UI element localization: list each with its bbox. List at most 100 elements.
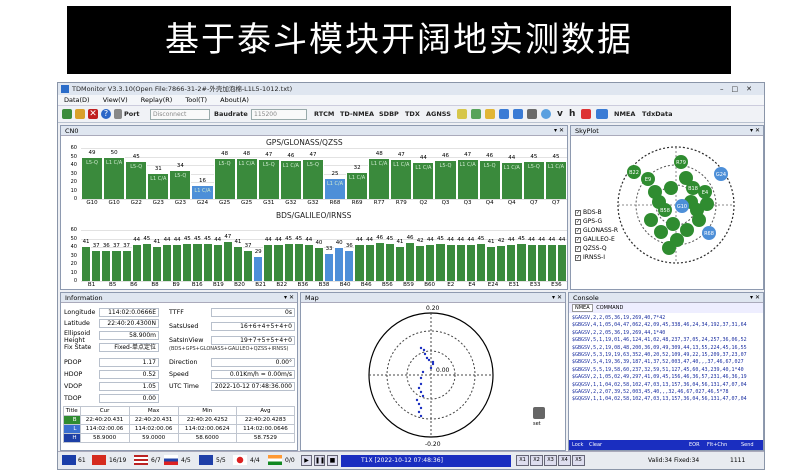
position-point <box>419 382 423 386</box>
velocity-icon[interactable]: v <box>557 109 563 120</box>
speed-x5-button[interactable]: X5 <box>572 455 585 466</box>
chart-icon[interactable] <box>471 109 481 119</box>
speed-x4-button[interactable]: X4 <box>558 455 571 466</box>
signal-icon[interactable] <box>499 109 509 119</box>
x-tick-label: B19 <box>212 282 224 288</box>
port-select[interactable]: Disconnect <box>150 109 210 120</box>
play-icon[interactable]: ▶ <box>301 455 312 466</box>
information-tab[interactable]: Information ▾ ✕ <box>61 293 297 303</box>
bar-signal-label: L1 C/A <box>238 161 255 168</box>
tdx-button[interactable]: TDX <box>405 109 420 120</box>
nmea-button[interactable]: NMEA <box>614 109 635 120</box>
eor-button[interactable]: EOR <box>689 440 700 450</box>
x-tick-label: G32 <box>285 200 297 206</box>
satellite-marker[interactable] <box>664 181 678 195</box>
menu-tool[interactable]: Tool(T) <box>185 96 207 104</box>
stop-icon[interactable]: ■ <box>327 455 338 466</box>
satellite-marker[interactable] <box>666 217 680 231</box>
satellite-icon[interactable] <box>513 109 523 119</box>
menu-view[interactable]: View(V) <box>103 96 128 104</box>
tdxdata-button[interactable]: TdxData <box>642 109 673 120</box>
console-line: $GBGSV,5,3,19,19,63,352,40,20,52,109,49,… <box>572 352 747 359</box>
satellite-marker[interactable] <box>662 241 676 255</box>
hdop-value: 0.52 <box>99 370 159 379</box>
monitor-icon[interactable] <box>596 109 608 119</box>
map-tab[interactable]: Map ▾ ✕ <box>301 293 565 303</box>
close-icon[interactable]: ✕ <box>88 109 98 119</box>
satellite-marker[interactable] <box>692 213 706 227</box>
console-output[interactable]: $GAGSV,2,2,05,36,19,269,40,7*42 $GBGSV,4,… <box>569 313 763 437</box>
height-icon[interactable]: h <box>569 109 575 120</box>
satellite-id-label: G24 <box>716 172 726 178</box>
bar-chart-icon[interactable] <box>485 109 495 119</box>
satellite-marker[interactable] <box>654 225 668 239</box>
position-point <box>417 410 421 414</box>
globe-icon[interactable] <box>541 109 551 119</box>
menu-about[interactable]: About(A) <box>220 96 249 104</box>
legend-irnss[interactable]: ✓ IRNSS-I <box>575 253 618 262</box>
bar-value-label: 16 <box>199 178 206 185</box>
gear-icon[interactable] <box>114 109 122 119</box>
speed-x2-button[interactable]: X2 <box>530 455 543 466</box>
tab-nmea[interactable]: NMEA <box>572 304 593 312</box>
legend-gps[interactable]: ✓ GPS-G <box>575 217 618 226</box>
connect-icon[interactable] <box>62 109 72 119</box>
window-controls[interactable]: –□✕ <box>720 83 760 95</box>
satellite-marker[interactable] <box>700 197 714 211</box>
speed-x1-button[interactable]: X1 <box>516 455 529 466</box>
bar-value-label: 44 <box>558 236 566 243</box>
baudrate-select[interactable]: 115200 <box>251 109 307 120</box>
replay-progress[interactable]: T1X [2022-10-12 07:48:36] <box>341 455 511 467</box>
satellite-id-label: B18 <box>688 186 698 192</box>
y-tick-label: 20 <box>70 179 77 185</box>
menu-data[interactable]: Data(D) <box>64 96 90 104</box>
satellite-marker[interactable] <box>680 223 694 237</box>
speed-x3-button[interactable]: X3 <box>544 455 557 466</box>
send-button[interactable]: Send <box>741 440 754 450</box>
cn0-bar <box>394 246 405 281</box>
legend-galileo[interactable]: ✓ GALILEO-E <box>575 235 618 244</box>
utc-time-label: UTC Time <box>169 383 199 390</box>
help-icon[interactable]: ? <box>101 109 111 119</box>
bar-value-label: 32 <box>353 164 361 171</box>
skyplot-tab[interactable]: SkyPlot ▾ ✕ <box>571 126 763 136</box>
cube-icon[interactable] <box>527 109 537 119</box>
legend-bds[interactable]: ✓ BDS-B <box>575 208 618 217</box>
console-line: $GBGSV,5,1,19,01,46,124,41,02,48,237,37,… <box>572 337 747 344</box>
tab-command[interactable]: COMMAND <box>594 305 625 311</box>
agnss-button[interactable]: AGNSS <box>426 109 451 120</box>
folder-icon[interactable] <box>75 109 85 119</box>
settings-icon[interactable] <box>533 407 545 419</box>
position-point <box>421 394 425 398</box>
lock-button[interactable]: Lock <box>572 442 583 448</box>
bar-value-label: 44 <box>508 154 516 161</box>
sdbp-button[interactable]: SDBP <box>379 109 399 120</box>
x-tick-label: B38 <box>318 282 330 288</box>
speed-label: Speed <box>169 371 189 378</box>
legend-qzss[interactable]: ✓ QZSS-Q <box>575 244 618 253</box>
list-icon[interactable] <box>457 109 467 119</box>
pause-icon[interactable]: ❚❚ <box>314 455 325 466</box>
height-value: 58.900m <box>99 331 159 340</box>
td-nmea-button[interactable]: TD-NMEA <box>340 109 374 120</box>
ttff-label: TTFF <box>169 309 184 316</box>
x-tick-label: E36 <box>551 282 562 288</box>
bar-signal-label: L1 C/A <box>415 164 432 171</box>
console-tab[interactable]: Console ▾ ✕ <box>569 293 763 303</box>
legend-glonass[interactable]: ✓ GLONASS-R <box>575 226 618 235</box>
status-glonass: 4/5 <box>181 457 191 464</box>
cn0-bar <box>486 246 497 281</box>
cn0-bar <box>101 250 112 281</box>
longitude-value: 114:02:0.0666E <box>99 308 159 317</box>
menu-replay[interactable]: Replay(R) <box>141 96 173 104</box>
satellite-marker[interactable] <box>644 213 658 227</box>
col-cur: Cur <box>79 406 130 416</box>
flt-chn-button[interactable]: Flt+Chn <box>707 440 727 450</box>
rtcm-button[interactable]: RTCM <box>314 109 334 120</box>
clear-button[interactable]: Clear <box>589 442 602 448</box>
pdop-label: PDOP <box>64 359 82 366</box>
console-line: $GQGSV,1,1,04,02,58,102,47,03,13,157,36,… <box>572 381 747 388</box>
bar-signal-label: L5-Q <box>218 161 231 168</box>
x-tick-label: G23 <box>174 200 187 206</box>
flag-icon[interactable] <box>581 109 591 119</box>
